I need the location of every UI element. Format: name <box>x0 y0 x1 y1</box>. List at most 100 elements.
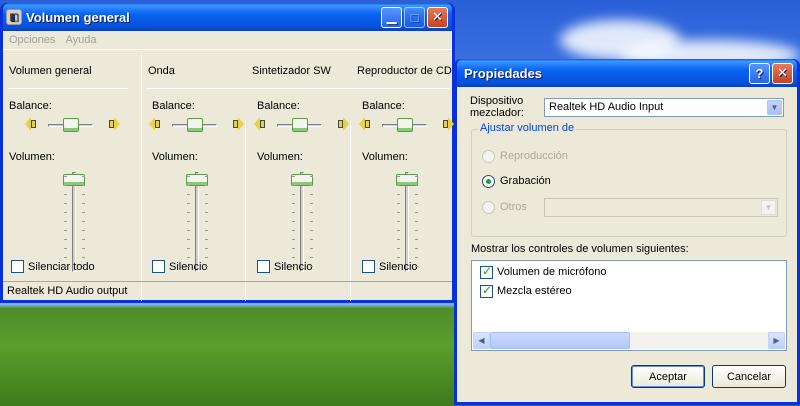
volume-tick <box>187 221 190 222</box>
volume-tick <box>82 257 85 258</box>
balance-slider[interactable] <box>397 118 413 132</box>
scroll-left-button[interactable]: ◀ <box>473 332 490 349</box>
mixer-device-value: Realtek HD Audio Input <box>549 101 664 113</box>
volume-tick <box>187 194 190 195</box>
volume-tick <box>310 221 313 222</box>
balance-label: Balance: <box>9 100 52 112</box>
mute-checkbox[interactable] <box>362 260 375 273</box>
mute-checkbox[interactable] <box>152 260 165 273</box>
volume-tick <box>415 176 418 177</box>
adjust-volume-legend: Ajustar volumen de <box>478 122 577 134</box>
balance-slider[interactable] <box>187 118 203 132</box>
scroll-thumb[interactable] <box>490 332 630 349</box>
volume-tick <box>82 221 85 222</box>
volume-tick <box>415 257 418 258</box>
volume-tick <box>397 257 400 258</box>
volume-tick <box>310 248 313 249</box>
volume-tick <box>64 203 67 204</box>
speaker-right-icon <box>106 116 120 132</box>
mixer-device-select[interactable]: Realtek HD Audio Input ▼ <box>544 98 784 117</box>
volume-track <box>195 172 199 272</box>
radio-grabacion-label: Grabación <box>500 175 551 187</box>
volume-tick <box>415 194 418 195</box>
help-button[interactable]: ? <box>749 62 770 84</box>
menu-opciones[interactable]: Opciones <box>9 34 55 46</box>
volume-tick <box>310 203 313 204</box>
volume-tick <box>205 212 208 213</box>
mute-checkbox[interactable] <box>257 260 270 273</box>
control-label-microfono: Volumen de micrófono <box>497 266 607 278</box>
volume-tick <box>82 203 85 204</box>
volume-tick <box>292 257 295 258</box>
maximize-button[interactable]: □ <box>404 6 425 28</box>
balance-label: Balance: <box>362 100 405 112</box>
horizontal-scrollbar[interactable]: ◀ ▶ <box>473 332 785 349</box>
column-separator <box>350 121 351 301</box>
mute-checkbox[interactable] <box>11 260 24 273</box>
cancel-button[interactable]: Cancelar <box>712 365 786 388</box>
radio-reproduccion[interactable] <box>482 150 495 163</box>
volume-window-titlebar[interactable]: ◧ Volumen general ▁ □ ✕ <box>3 3 452 31</box>
volume-tick <box>292 239 295 240</box>
accept-button[interactable]: Aceptar <box>631 365 705 388</box>
volume-tick <box>205 248 208 249</box>
volume-tick <box>415 221 418 222</box>
volume-tick <box>415 239 418 240</box>
mute-label: Silenciar todo <box>28 261 95 273</box>
radio-grabacion[interactable] <box>482 175 495 188</box>
properties-titlebar[interactable]: Propiedades ? ✕ <box>457 59 797 87</box>
volume-tick <box>64 194 67 195</box>
volume-tick <box>292 212 295 213</box>
volume-tick <box>292 266 295 267</box>
volume-track <box>300 172 304 272</box>
volume-tick <box>397 221 400 222</box>
volume-tick <box>187 230 190 231</box>
close-button[interactable]: ✕ <box>772 62 793 84</box>
volume-tick <box>187 212 190 213</box>
minimize-button[interactable]: ▁ <box>381 6 402 28</box>
radio-otros[interactable] <box>482 201 495 214</box>
volume-tick <box>82 176 85 177</box>
dialog-title: Propiedades <box>464 65 543 81</box>
volume-tick <box>187 185 190 186</box>
volume-tick <box>64 185 67 186</box>
balance-slider[interactable] <box>63 118 79 132</box>
column-separator <box>245 121 246 301</box>
column-title: Reproductor de CD <box>357 65 452 77</box>
control-checkbox-mezcla[interactable] <box>480 283 493 298</box>
volume-tick <box>205 239 208 240</box>
volume-tick <box>310 212 313 213</box>
volume-window-client: Opciones Ayuda Volumen general Balance: … <box>3 31 454 301</box>
volume-tick <box>205 230 208 231</box>
balance-slider[interactable] <box>292 118 308 132</box>
show-controls-label: Mostrar los controles de volumen siguien… <box>471 243 689 255</box>
volume-label: Volumen: <box>362 151 408 163</box>
volume-tick <box>397 176 400 177</box>
volume-tick <box>310 257 313 258</box>
scroll-right-button[interactable]: ▶ <box>768 332 785 349</box>
volume-tick <box>415 248 418 249</box>
volume-tick <box>292 185 295 186</box>
mixer-column-volumen-general: Volumen general Balance: Volumen: Silenc… <box>8 54 133 308</box>
volume-tick <box>64 221 67 222</box>
speaker-app-icon: ◧ <box>6 9 22 25</box>
mute-label: Silencio <box>274 261 313 273</box>
balance-label: Balance: <box>152 100 195 112</box>
title-separator <box>8 88 128 89</box>
otros-select[interactable]: ▼ <box>544 198 778 217</box>
speaker-right-icon <box>230 116 244 132</box>
volume-tick <box>82 266 85 267</box>
volume-tick <box>187 203 190 204</box>
controls-list[interactable]: Volumen de micrófono Mezcla estéreo ◀ ▶ <box>471 260 787 351</box>
volume-tick <box>292 230 295 231</box>
mixer-column-sintetizador-sw: Sintetizador SW Balance: Volumen: Silenc… <box>252 54 349 308</box>
menu-ayuda[interactable]: Ayuda <box>65 34 96 46</box>
menu-bar: Opciones Ayuda <box>3 31 452 50</box>
balance-label: Balance: <box>257 100 300 112</box>
mute-label: Silencio <box>169 261 208 273</box>
volume-tick <box>82 194 85 195</box>
close-button[interactable]: ✕ <box>427 6 448 28</box>
volume-tick <box>187 257 190 258</box>
volume-tick <box>64 230 67 231</box>
control-checkbox-microfono[interactable] <box>480 264 493 279</box>
